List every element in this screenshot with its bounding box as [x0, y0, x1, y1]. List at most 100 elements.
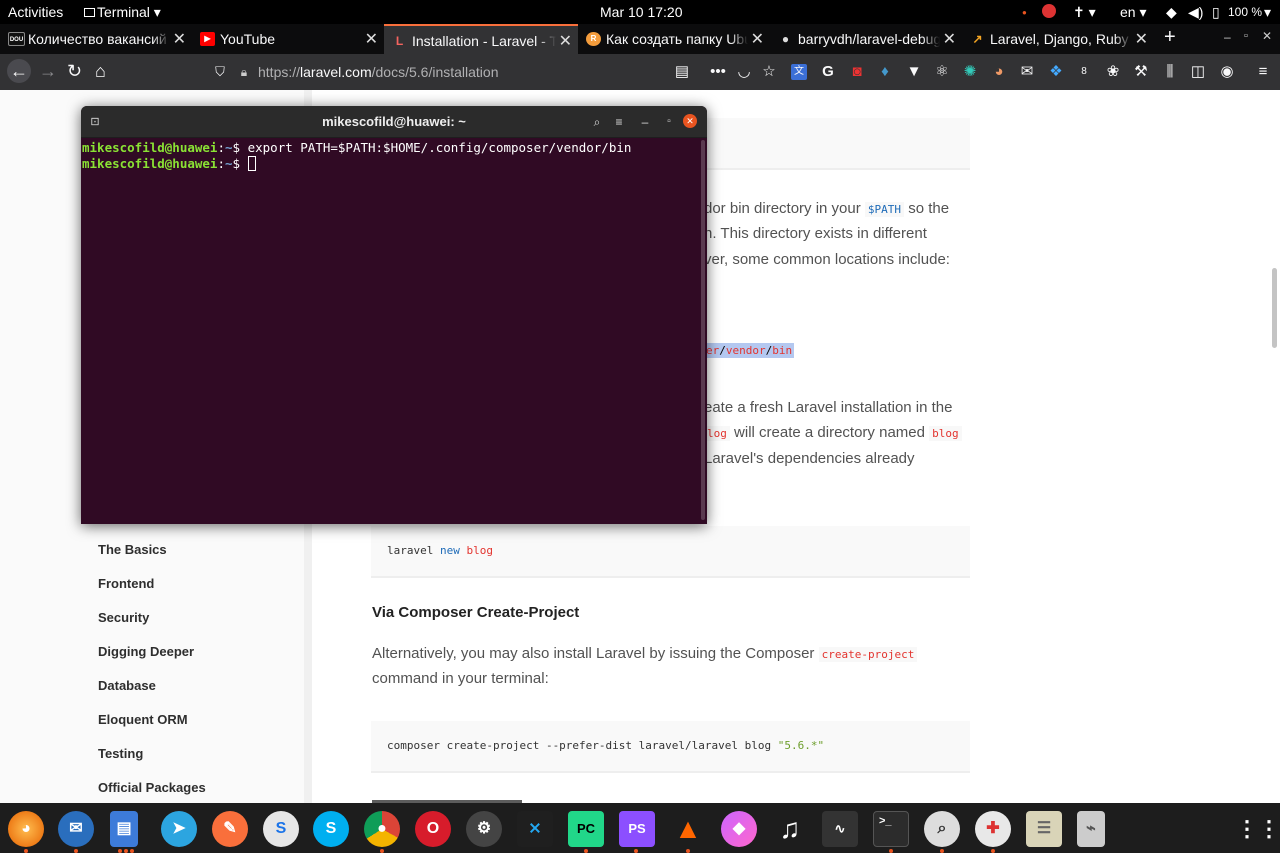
- notification-dot-icon[interactable]: ●: [1022, 8, 1027, 17]
- reader-view-icon[interactable]: ▤: [674, 64, 690, 80]
- terminal-scrollbar[interactable]: [701, 140, 705, 520]
- app-menu[interactable]: Terminal ▾: [84, 4, 161, 21]
- close-icon[interactable]: ✕: [1135, 29, 1148, 49]
- simplenote-icon[interactable]: S: [263, 811, 299, 847]
- close-icon[interactable]: ✕: [559, 31, 572, 51]
- sidebar-toggle-icon[interactable]: ◫: [1190, 64, 1206, 80]
- tab-comparison[interactable]: ↗ Laravel, Django, Ruby o ✕: [962, 24, 1154, 54]
- terminal-icon[interactable]: >_: [873, 811, 909, 847]
- tab-youtube[interactable]: ▶ YouTube ✕: [192, 24, 384, 54]
- skype-icon[interactable]: S: [313, 811, 349, 847]
- hamburger-menu-icon[interactable]: ≡: [1255, 64, 1271, 80]
- forward-button[interactable]: →: [39, 61, 57, 81]
- sidebar-item-frontend[interactable]: Frontend: [98, 576, 154, 591]
- magnifier-icon[interactable]: ⌕: [924, 811, 960, 847]
- usb-drive-icon[interactable]: ⌁: [1077, 811, 1105, 847]
- sidebar-item-testing[interactable]: Testing: [98, 746, 143, 761]
- record-indicator-icon[interactable]: [1042, 4, 1056, 18]
- notes-icon[interactable]: ☰: [1026, 811, 1062, 847]
- firefox-icon[interactable]: ◕: [8, 811, 44, 847]
- sidebar-item-database[interactable]: Database: [98, 678, 156, 693]
- tab-laravel-installation[interactable]: L Installation - Laravel - T ✕: [384, 24, 578, 54]
- restore-window-icon[interactable]: ▫: [1244, 30, 1248, 42]
- system-menu-icon[interactable]: ▾: [1264, 4, 1271, 21]
- minimize-window-icon[interactable]: –: [1224, 30, 1231, 44]
- terminal-header-bar[interactable]: ⊡ mikescofild@huawei: ~ ⌕ ≡ – ▫ ✕: [81, 106, 707, 138]
- home-button[interactable]: ⌂: [95, 61, 106, 81]
- screenshot-extension-icon[interactable]: ◙: [849, 64, 865, 80]
- paw-extension-icon[interactable]: ❀: [1105, 64, 1121, 80]
- url-text[interactable]: https://laravel.com/docs/5.6/installatio…: [258, 64, 498, 80]
- vue-extension-icon[interactable]: ▼: [906, 64, 922, 80]
- telegram-icon[interactable]: ➤: [161, 811, 197, 847]
- opera-icon[interactable]: O: [415, 811, 451, 847]
- vscode-icon[interactable]: ⨯: [517, 811, 553, 847]
- lock-icon[interactable]: 🔒︎: [236, 64, 252, 80]
- tab-dou[interactable]: DOU Количество вакансий ✕: [0, 24, 192, 54]
- minimize-icon[interactable]: –: [635, 112, 655, 132]
- new-tab-button[interactable]: +: [1164, 26, 1176, 49]
- maximize-icon[interactable]: ▫: [659, 112, 679, 132]
- lifebuoy-help-icon[interactable]: ✚: [975, 811, 1011, 847]
- close-icon[interactable]: ✕: [943, 29, 956, 49]
- thunderbird-icon[interactable]: ✉: [58, 811, 94, 847]
- pycharm-icon[interactable]: PC: [568, 811, 604, 847]
- postman-icon[interactable]: ✎: [212, 811, 248, 847]
- mail-extension-icon[interactable]: ✉: [1019, 64, 1035, 80]
- clock[interactable]: Mar 10 17:20: [600, 4, 683, 20]
- react-extension-icon[interactable]: ⚛: [934, 64, 950, 80]
- sparkle-extension-icon[interactable]: ✺: [962, 64, 978, 80]
- close-window-icon[interactable]: ✕: [1262, 29, 1272, 43]
- library-icon[interactable]: ⫼: [1162, 64, 1178, 80]
- accessibility-icon[interactable]: ✝ ▾: [1073, 4, 1096, 21]
- close-icon[interactable]: ✕: [751, 29, 764, 49]
- url-path: /docs/5.6/installation: [371, 64, 499, 80]
- tracking-protection-icon[interactable]: ⛉: [212, 64, 228, 80]
- back-button[interactable]: ←: [7, 59, 31, 83]
- battery-icon[interactable]: ▯: [1212, 4, 1220, 21]
- settings-gear-icon[interactable]: ⚙: [466, 811, 502, 847]
- close-icon[interactable]: ✕: [683, 114, 697, 128]
- sidebar-item-the-basics[interactable]: The Basics: [98, 542, 167, 557]
- language-indicator[interactable]: en ▾: [1120, 4, 1147, 21]
- sidebar-item-security[interactable]: Security: [98, 610, 149, 625]
- close-icon[interactable]: ✕: [173, 29, 186, 49]
- tab-create-folder[interactable]: R Как создать папку Ubu ✕: [578, 24, 770, 54]
- activities-button[interactable]: Activities: [8, 4, 63, 20]
- browser-tab-strip: DOU Количество вакансий ✕ ▶ YouTube ✕ L …: [0, 24, 1280, 54]
- dropbox-extension-icon[interactable]: ❖: [1048, 64, 1064, 80]
- reload-button[interactable]: ↻: [67, 61, 82, 81]
- files-icon[interactable]: ▤: [110, 811, 138, 847]
- code-token: laravel: [387, 544, 434, 557]
- terminal-menu-icon[interactable]: ≡: [609, 112, 629, 132]
- bookmark-star-icon[interactable]: ☆: [761, 64, 777, 80]
- pocket-icon[interactable]: ◡: [736, 64, 752, 80]
- page-scrollbar-thumb[interactable]: [1272, 268, 1277, 348]
- sidebar-item-official-packages[interactable]: Official Packages: [98, 780, 206, 795]
- app-grid-icon[interactable]: ⋮⋮: [1236, 811, 1280, 847]
- gem-app-icon[interactable]: ◆: [721, 811, 757, 847]
- search-icon[interactable]: ⌕: [587, 112, 607, 132]
- terminal-output[interactable]: mikescofild@huawei:~$ export PATH=$PATH:…: [82, 140, 631, 172]
- tools-icon[interactable]: ⚒: [1133, 64, 1149, 80]
- gem-extension-icon[interactable]: ♦: [877, 64, 893, 80]
- vlc-icon[interactable]: ▲: [670, 811, 706, 847]
- google-extension-icon[interactable]: G: [820, 64, 836, 80]
- sidebar-item-eloquent-orm[interactable]: Eloquent ORM: [98, 712, 188, 727]
- music-icon[interactable]: ♫: [772, 811, 808, 847]
- phpstorm-icon[interactable]: PS: [619, 811, 655, 847]
- account-icon[interactable]: ◉: [1219, 64, 1235, 80]
- system-monitor-icon[interactable]: ∿: [822, 811, 858, 847]
- translate-extension-icon[interactable]: 文: [791, 64, 807, 80]
- counter-extension-icon[interactable]: 8: [1076, 64, 1092, 80]
- color-extension-icon[interactable]: ◕: [991, 64, 1007, 80]
- prompt-separator: :: [217, 140, 225, 155]
- wifi-icon[interactable]: ◆: [1166, 4, 1177, 21]
- volume-icon[interactable]: ◀): [1188, 4, 1203, 21]
- sidebar-item-digging-deeper[interactable]: Digging Deeper: [98, 644, 194, 659]
- tab-github-debugbar[interactable]: ● barryvdh/laravel-debug ✕: [770, 24, 962, 54]
- close-icon[interactable]: ✕: [365, 29, 378, 49]
- terminal-window[interactable]: ⊡ mikescofild@huawei: ~ ⌕ ≡ – ▫ ✕ mikesc…: [81, 106, 707, 524]
- page-actions-icon[interactable]: •••: [710, 64, 726, 80]
- chrome-icon[interactable]: ●: [364, 811, 400, 847]
